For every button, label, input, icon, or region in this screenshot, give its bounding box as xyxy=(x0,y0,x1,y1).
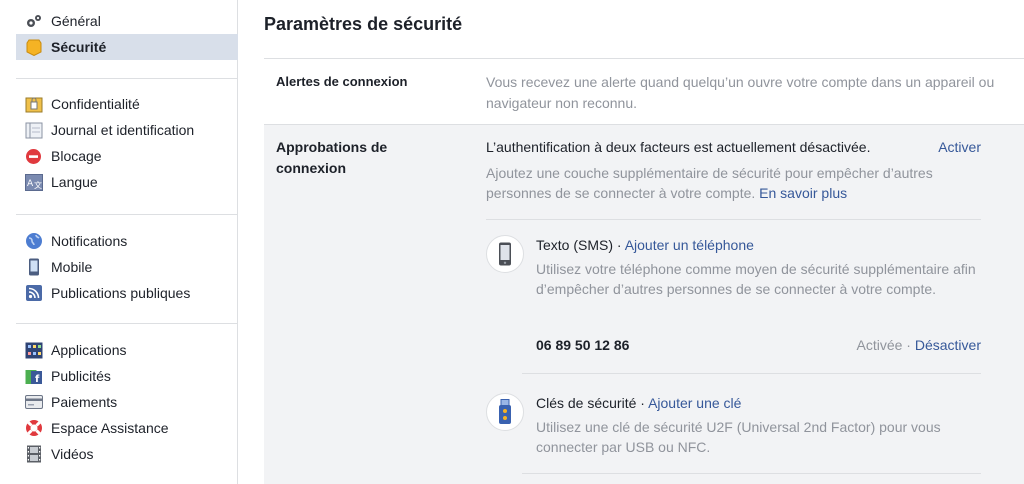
sidebar-item-blocking[interactable]: Blocage xyxy=(16,143,238,169)
phone-icon xyxy=(486,235,524,273)
phone-status: Activée · Désactiver xyxy=(856,337,981,353)
film-icon xyxy=(24,445,43,463)
sidebar-item-label: Général xyxy=(51,13,101,29)
security-key-title: Clés de sécurité xyxy=(536,395,637,411)
sidebar-item-label: Confidentialité xyxy=(51,96,140,112)
svg-text:文: 文 xyxy=(34,180,42,190)
sms-heading: Texto (SMS) · Ajouter un téléphone xyxy=(536,237,754,253)
sidebar-item-public-posts[interactable]: Publications publiques xyxy=(16,280,238,306)
sidebar-item-label: Paiements xyxy=(51,394,118,410)
sidebar-item-videos[interactable]: Vidéos xyxy=(16,441,238,467)
lifebuoy-icon xyxy=(24,420,43,437)
language-icon: A文 xyxy=(24,173,43,191)
two-factor-status: L’authentification à deux facteurs est a… xyxy=(486,139,871,155)
security-key-description: Utilisez une clé de sécurité U2F (Univer… xyxy=(536,419,941,455)
deactivate-phone-link[interactable]: Désactiver xyxy=(915,337,981,353)
method-divider xyxy=(522,473,981,474)
add-phone-link[interactable]: Ajouter un téléphone xyxy=(625,237,754,253)
sidebar-item-label: Notifications xyxy=(51,233,128,249)
sidebar-item-payments[interactable]: Paiements xyxy=(16,389,238,415)
sidebar-divider xyxy=(16,78,238,79)
mobile-icon xyxy=(24,258,43,276)
security-settings-panel: Paramètres de sécurité Alertes de connex… xyxy=(238,0,1024,484)
sidebar-group-privacy: Confidentialité Journal et identificatio… xyxy=(16,91,238,195)
rss-icon xyxy=(24,285,43,302)
sidebar-item-ads[interactable]: f Publicités xyxy=(16,363,238,389)
security-key-separator: · xyxy=(636,395,649,411)
login-approvals-label: Approbations de connexion xyxy=(276,139,388,176)
sidebar-group-notifications: Notifications Mobile Publications publiq… xyxy=(16,228,238,306)
badge-icon xyxy=(24,39,43,56)
sidebar-item-label: Mobile xyxy=(51,259,93,275)
sidebar-divider xyxy=(16,323,238,324)
two-factor-info-text: Ajoutez une couche supplémentaire de séc… xyxy=(486,165,933,201)
sms-title: Texto (SMS) xyxy=(536,237,614,253)
sms-description: Utilisez votre téléphone comme moyen de … xyxy=(536,261,976,297)
sidebar-item-security[interactable]: Sécurité xyxy=(16,34,238,60)
sidebar-item-language[interactable]: A文 Langue xyxy=(16,169,238,195)
card-icon xyxy=(24,394,43,411)
sidebar-group-account: Général Sécurité xyxy=(16,8,238,60)
settings-sidebar: Général Sécurité Confidentialité Journal… xyxy=(0,0,238,484)
globe-icon xyxy=(24,233,43,250)
activate-two-factor-link[interactable]: Activer xyxy=(938,139,981,155)
sms-method: Texto (SMS) · Ajouter un téléphone Utili… xyxy=(486,235,981,371)
lock-icon xyxy=(24,96,43,113)
sms-separator: · xyxy=(613,237,625,253)
login-alerts-row[interactable]: Alertes de connexion Vous recevez une al… xyxy=(264,59,1024,125)
sidebar-item-label: Journal et identification xyxy=(51,122,195,138)
sidebar-item-label: Langue xyxy=(51,174,98,190)
sidebar-divider xyxy=(16,214,238,215)
journal-icon xyxy=(24,122,43,139)
sidebar-item-general[interactable]: Général xyxy=(16,8,238,34)
sidebar-item-label: Espace Assistance xyxy=(51,420,169,436)
login-alerts-description: Vous recevez une alerte quand quelqu’un … xyxy=(486,74,995,111)
add-key-link[interactable]: Ajouter une clé xyxy=(648,395,741,411)
section-divider xyxy=(486,219,981,220)
login-approvals-row: Approbations de connexion L’authentifica… xyxy=(264,125,1024,484)
svg-text:A: A xyxy=(27,179,34,189)
sidebar-item-privacy[interactable]: Confidentialité xyxy=(16,91,238,117)
status-separator: · xyxy=(902,337,915,353)
sidebar-item-label: Blocage xyxy=(51,148,102,164)
usb-key-icon xyxy=(486,393,524,431)
sidebar-item-label: Publications publiques xyxy=(51,285,191,301)
two-factor-info: Ajoutez une couche supplémentaire de séc… xyxy=(486,163,981,203)
sidebar-item-label: Vidéos xyxy=(51,446,94,462)
gears-icon xyxy=(24,13,43,30)
phone-number: 06 89 50 12 86 xyxy=(536,337,630,353)
sidebar-item-label: Sécurité xyxy=(51,39,107,55)
ads-icon: f xyxy=(24,368,43,385)
sidebar-item-label: Applications xyxy=(51,342,127,358)
phone-status-text: Activée xyxy=(856,337,903,353)
method-divider xyxy=(522,373,981,374)
sidebar-group-apps: Applications f Publicités Paiements Espa… xyxy=(16,337,238,467)
learn-more-link[interactable]: En savoir plus xyxy=(759,185,847,201)
sidebar-item-notifications[interactable]: Notifications xyxy=(16,228,238,254)
sidebar-item-applications[interactable]: Applications xyxy=(16,337,238,363)
sidebar-item-label: Publicités xyxy=(51,368,111,384)
login-alerts-label: Alertes de connexion xyxy=(276,74,408,89)
svg-text:f: f xyxy=(35,374,40,385)
security-key-heading: Clés de sécurité · Ajouter une clé xyxy=(536,395,741,411)
sidebar-item-support[interactable]: Espace Assistance xyxy=(16,415,238,441)
page-title: Paramètres de sécurité xyxy=(264,14,463,34)
security-key-method: Clés de sécurité · Ajouter une clé Utili… xyxy=(486,393,981,473)
apps-icon xyxy=(24,342,43,359)
block-icon xyxy=(24,148,43,165)
sidebar-item-timeline[interactable]: Journal et identification xyxy=(16,117,238,143)
sidebar-item-mobile[interactable]: Mobile xyxy=(16,254,238,280)
